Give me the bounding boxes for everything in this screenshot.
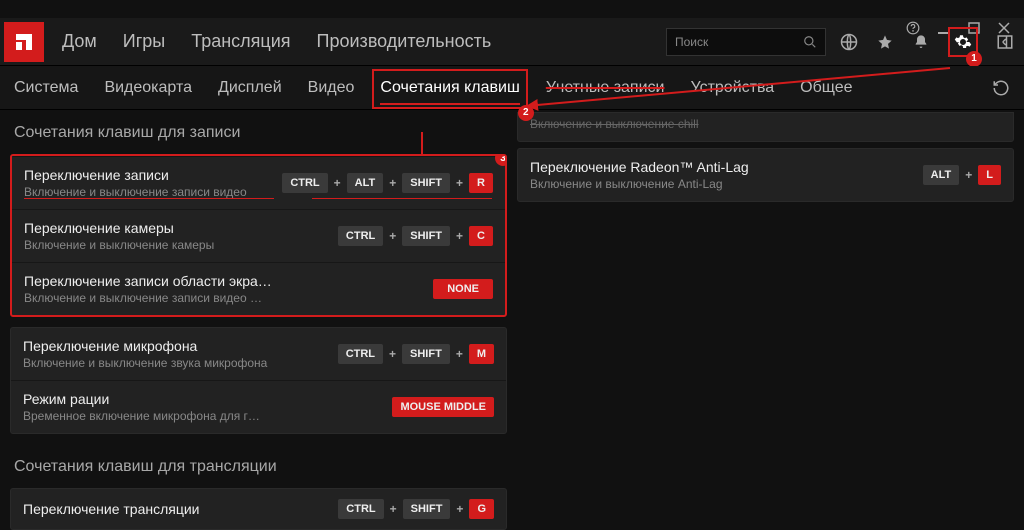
tab-display[interactable]: Дисплей [218, 79, 282, 97]
row-desc: Включение и выключение Anti-Lag [530, 177, 923, 191]
annotation-badge-2: 2 [518, 105, 534, 121]
undo-icon[interactable] [992, 79, 1010, 97]
key: ALT [923, 165, 960, 185]
row-toggle-region[interactable]: Переключение записи области экра… Включе… [12, 262, 505, 315]
section-recording-title: Сочетания клавиш для записи [10, 110, 507, 154]
annotation-underline [312, 198, 492, 199]
key-none: NONE [433, 279, 493, 299]
row-desc: Включение и выключение записи видео [24, 185, 282, 199]
key-accent: C [469, 226, 493, 246]
hotkey-combo[interactable]: CTRL+ ALT+ SHIFT+ R [282, 173, 493, 193]
hotkey-combo[interactable]: CTRL+ SHIFT+ M [338, 344, 494, 364]
tab-system[interactable]: Система [14, 79, 78, 97]
tab-hotkeys[interactable]: Сочетания клавиш 2 [380, 79, 519, 97]
tab-general[interactable]: Общее [800, 79, 852, 97]
nav-home[interactable]: Дом [62, 31, 97, 52]
tab-hotkeys-underline [380, 103, 519, 105]
search-input[interactable]: Поиск [666, 28, 826, 56]
row-desc: Включение и выключение камеры [24, 238, 338, 252]
row-title: Переключение микрофона [23, 338, 338, 354]
hotkey-combo[interactable]: ALT+ L [923, 165, 1001, 185]
key: SHIFT [402, 173, 450, 193]
row-toggle-camera[interactable]: Переключение камеры Включение и выключен… [12, 209, 505, 262]
row-title: Переключение трансляции [23, 501, 338, 517]
tab-video[interactable]: Видео [308, 79, 355, 97]
search-placeholder: Поиск [675, 35, 803, 49]
tab-hotkeys-label: Сочетания клавиш [380, 79, 519, 96]
key: SHIFT [402, 226, 450, 246]
nav-performance[interactable]: Производительность [317, 31, 492, 52]
mic-hotkeys-card: Переключение микрофона Включение и выклю… [10, 327, 507, 434]
key-special: MOUSE MIDDLE [392, 397, 494, 417]
row-desc: Включение и выключение звука микрофона [23, 356, 338, 370]
tab-devices[interactable]: Устройства [690, 79, 774, 97]
gear-icon [954, 33, 972, 51]
row-desc: Включение и выключение записи видео … [24, 291, 433, 305]
nav-stream[interactable]: Трансляция [191, 31, 290, 52]
row-toggle-recording[interactable]: Переключение записи Включение и выключен… [12, 156, 505, 209]
row-title: Режим рации [23, 391, 392, 407]
amd-logo [4, 22, 44, 62]
nav-games[interactable]: Игры [123, 31, 165, 52]
key: ALT [347, 173, 384, 193]
hotkey-combo[interactable]: CTRL+ SHIFT+ G [338, 499, 494, 519]
row-toggle-mic[interactable]: Переключение микрофона Включение и выклю… [11, 328, 506, 380]
row-toggle-antilag[interactable]: Переключение Radeon™ Anti-Lag Включение … [518, 149, 1013, 201]
search-icon [803, 35, 817, 49]
row-push-to-talk[interactable]: Режим рации Временное включение микрофон… [11, 380, 506, 433]
star-icon[interactable] [876, 33, 894, 51]
annotation-underline [24, 198, 274, 199]
hotkey-combo[interactable]: NONE [433, 279, 493, 299]
key: CTRL [338, 499, 383, 519]
row-desc: Временное включение микрофона для г… [23, 409, 392, 423]
settings-button[interactable]: 1 [948, 27, 978, 57]
key-accent: L [978, 165, 1001, 185]
right-top-strike: Включение и выключение chill [517, 112, 1014, 142]
tab-gpu[interactable]: Видеокарта [104, 79, 192, 97]
key-accent: G [469, 499, 494, 519]
row-title: Переключение Radeon™ Anti-Lag [530, 159, 923, 175]
row-title: Переключение камеры [24, 220, 338, 236]
key-accent: R [469, 173, 493, 193]
key: CTRL [282, 173, 327, 193]
key: CTRL [338, 344, 383, 364]
tab-accounts[interactable]: Учетные записи [546, 79, 665, 97]
bell-icon[interactable] [912, 33, 930, 51]
hotkey-combo[interactable]: MOUSE MIDDLE [392, 397, 494, 417]
key: SHIFT [403, 499, 451, 519]
hotkey-combo[interactable]: CTRL+ SHIFT+ C [338, 226, 493, 246]
streaming-hotkeys-card: Переключение трансляции CTRL+ SHIFT+ G [10, 488, 507, 530]
key: CTRL [338, 226, 383, 246]
web-icon[interactable] [840, 33, 858, 51]
key: SHIFT [402, 344, 450, 364]
row-toggle-stream[interactable]: Переключение трансляции CTRL+ SHIFT+ G [11, 489, 506, 529]
antilag-card: Переключение Radeon™ Anti-Lag Включение … [517, 148, 1014, 202]
row-title: Переключение записи [24, 167, 282, 183]
recording-hotkeys-card: 3 Переключение записи Включение и выключ… [10, 154, 507, 317]
key-accent: M [469, 344, 494, 364]
panel-icon[interactable] [996, 33, 1014, 51]
section-streaming-title: Сочетания клавиш для трансляции [10, 444, 507, 488]
row-title: Переключение записи области экра… [24, 273, 433, 289]
annotation-badge-1: 1 [966, 51, 982, 67]
